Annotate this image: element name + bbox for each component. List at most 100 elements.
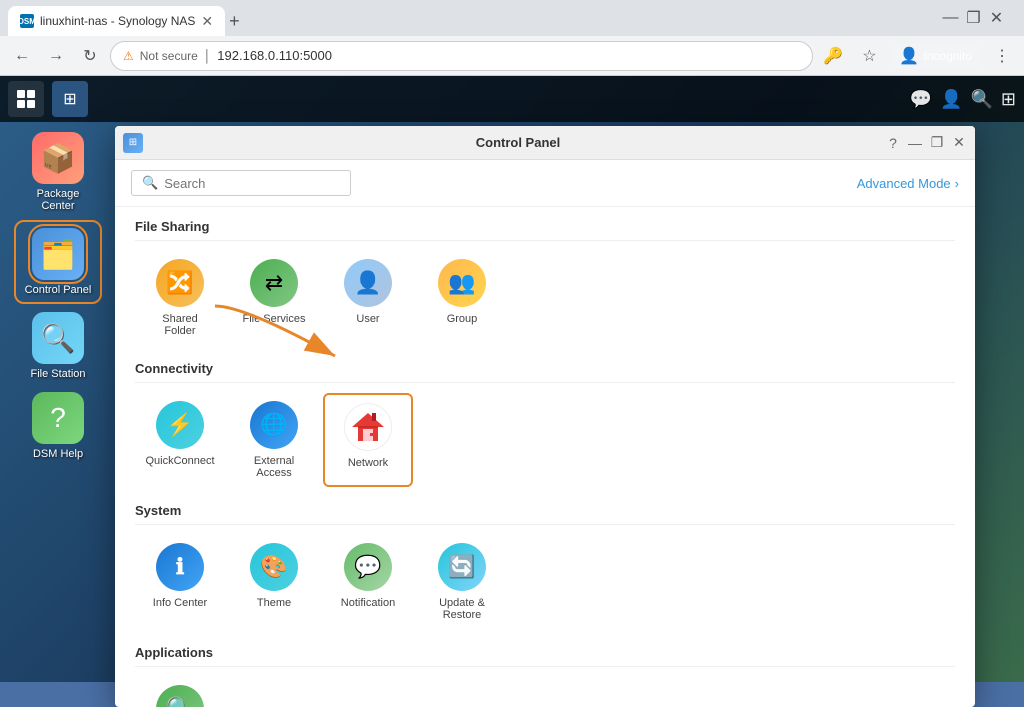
chat-icon[interactable]: 💬 <box>910 89 932 110</box>
bookmark-icon-btn[interactable]: ☆ <box>855 42 883 70</box>
apps-icon[interactable]: ⊞ <box>1001 89 1016 110</box>
notification-icon: 💬 <box>344 543 392 591</box>
desktop-icon-control-panel[interactable]: 🗂️ Control Panel <box>18 224 98 300</box>
section-title-system: System <box>135 503 955 525</box>
cp-icon-quickconnect[interactable]: ⚡ QuickConnect <box>135 393 225 487</box>
cp-help-btn[interactable]: ? <box>885 135 901 151</box>
security-warning-icon: ⚠ <box>123 49 134 63</box>
search-icon[interactable]: 🔍 <box>970 89 992 110</box>
tab-close-btn[interactable]: ✕ <box>201 13 213 30</box>
security-warning-text: Not secure <box>140 49 198 63</box>
cp-titlebar: ⊞ Control Panel ? — ❐ ✕ <box>115 126 975 160</box>
desktop-icon-file-station[interactable]: 🔍 File Station <box>18 312 98 380</box>
dsm-main-menu-button[interactable] <box>8 81 44 117</box>
quickconnect-icon: ⚡ <box>156 401 204 449</box>
advanced-mode-arrow: › <box>955 176 959 191</box>
cp-icon-update-restore[interactable]: 🔄 Update &Restore <box>417 535 507 629</box>
cp-icon-user[interactable]: 👤 User <box>323 251 413 345</box>
dsm-taskbar-right: 💬 👤 🔍 ⊞ <box>910 89 1016 110</box>
advanced-mode-label: Advanced Mode <box>857 176 951 191</box>
menu-icon-btn[interactable]: ⋮ <box>988 42 1016 70</box>
section-file-sharing: File Sharing 🔀 SharedFolder ⇄ <box>135 219 955 345</box>
quickconnect-label: QuickConnect <box>145 455 214 467</box>
cp-minimize-btn[interactable]: — <box>907 135 923 151</box>
section-applications: Applications 🔍 IndexingService <box>135 645 955 707</box>
forward-button[interactable]: → <box>42 42 70 70</box>
tab-title: linuxhint-nas - Synology NAS <box>40 14 195 28</box>
file-station-label: File Station <box>30 368 85 380</box>
grid-icon <box>17 90 35 108</box>
control-panel-window: ⊞ Control Panel ? — ❐ ✕ 🔍 Advanced Mode <box>115 126 975 707</box>
desktop-icon-package-center[interactable]: 📦 PackageCenter <box>18 132 98 212</box>
cp-titlebar-icon: ⊞ <box>123 133 143 153</box>
incognito-indicator: 👤 Incognito <box>891 44 980 68</box>
cp-icon-group[interactable]: 👥 Group <box>417 251 507 345</box>
network-house-svg <box>350 409 386 445</box>
cp-icon-info-center[interactable]: ℹ Info Center <box>135 535 225 629</box>
close-button[interactable]: ✕ <box>989 11 1004 26</box>
dsm-help-label: DSM Help <box>33 448 83 460</box>
cp-title: Control Panel <box>151 135 885 150</box>
search-input[interactable] <box>164 176 324 191</box>
section-title-connectivity: Connectivity <box>135 361 955 383</box>
cp-search-box[interactable]: 🔍 <box>131 170 351 196</box>
cp-maximize-btn[interactable]: ❐ <box>929 135 945 151</box>
user-icon: 👤 <box>344 259 392 307</box>
section-title-file-sharing: File Sharing <box>135 219 955 241</box>
user-icon[interactable]: 👤 <box>940 89 962 110</box>
browser-toolbar-right: 🔑 ☆ 👤 Incognito ⋮ <box>819 42 1016 70</box>
theme-icon: 🎨 <box>250 543 298 591</box>
info-center-label: Info Center <box>153 597 207 609</box>
dsm-taskbar: ⊞ 💬 👤 🔍 ⊞ <box>0 76 1024 122</box>
cp-icon-notification[interactable]: 💬 Notification <box>323 535 413 629</box>
user-label: User <box>356 313 379 325</box>
cp-icon-network[interactable]: Network <box>323 393 413 487</box>
info-center-icon: ℹ <box>156 543 204 591</box>
shared-folder-label: SharedFolder <box>162 313 197 337</box>
browser-tabs: DSM linuxhint-nas - Synology NAS ✕ + <box>8 0 931 36</box>
control-panel-label: Control Panel <box>25 284 92 296</box>
notification-label: Notification <box>341 597 395 609</box>
network-icon <box>344 403 392 451</box>
cp-icon-file-services[interactable]: ⇄ File Services <box>229 251 319 345</box>
restore-button[interactable]: ❐ <box>966 11 981 26</box>
dsm-taskbar-controlpanel[interactable]: ⊞ <box>52 81 88 117</box>
section-title-applications: Applications <box>135 645 955 667</box>
file-services-icon: ⇄ <box>250 259 298 307</box>
desktop-icon-dsm-help[interactable]: ? DSM Help <box>18 392 98 460</box>
file-services-label: File Services <box>243 313 306 325</box>
cp-search-bar: 🔍 Advanced Mode › <box>115 160 975 207</box>
search-icon: 🔍 <box>142 175 158 191</box>
update-restore-label: Update &Restore <box>439 597 485 621</box>
window-controls: — ❐ ✕ <box>931 3 1016 33</box>
controlpanel-taskbar-icon: ⊞ <box>63 89 76 109</box>
cp-content: File Sharing 🔀 SharedFolder ⇄ <box>115 207 975 707</box>
group-label: Group <box>447 313 478 325</box>
cp-icon-external-access[interactable]: 🌐 External Access <box>229 393 319 487</box>
system-icons: ℹ Info Center 🎨 Theme <box>135 535 955 629</box>
browser-window: DSM linuxhint-nas - Synology NAS ✕ + — ❐… <box>0 0 1024 682</box>
browser-tab-active[interactable]: DSM linuxhint-nas - Synology NAS ✕ <box>8 6 225 36</box>
group-icon: 👥 <box>438 259 486 307</box>
cp-icon-shared-folder[interactable]: 🔀 SharedFolder <box>135 251 225 345</box>
external-access-icon: 🌐 <box>250 401 298 449</box>
browser-titlebar: DSM linuxhint-nas - Synology NAS ✕ + — ❐… <box>0 0 1024 36</box>
key-icon-btn[interactable]: 🔑 <box>819 42 847 70</box>
new-tab-btn[interactable]: + <box>229 6 240 36</box>
control-panel-icon: 🗂️ <box>32 228 84 280</box>
tab-favicon: DSM <box>20 14 34 28</box>
address-text: 192.168.0.110:5000 <box>217 48 800 63</box>
network-label: Network <box>348 457 388 469</box>
address-bar[interactable]: ⚠ Not secure │ 192.168.0.110:5000 <box>110 41 813 71</box>
reload-button[interactable]: ↻ <box>76 42 104 70</box>
section-system: System ℹ Info Center 🎨 <box>135 503 955 629</box>
cp-window-controls: ? — ❐ ✕ <box>885 135 967 151</box>
back-button[interactable]: ← <box>8 42 36 70</box>
incognito-avatar-icon: 👤 <box>899 46 919 66</box>
update-restore-icon: 🔄 <box>438 543 486 591</box>
file-station-icon: 🔍 <box>32 312 84 364</box>
cp-icon-theme[interactable]: 🎨 Theme <box>229 535 319 629</box>
advanced-mode-btn[interactable]: Advanced Mode › <box>857 176 959 191</box>
minimize-button[interactable]: — <box>943 11 958 26</box>
cp-close-btn[interactable]: ✕ <box>951 135 967 151</box>
